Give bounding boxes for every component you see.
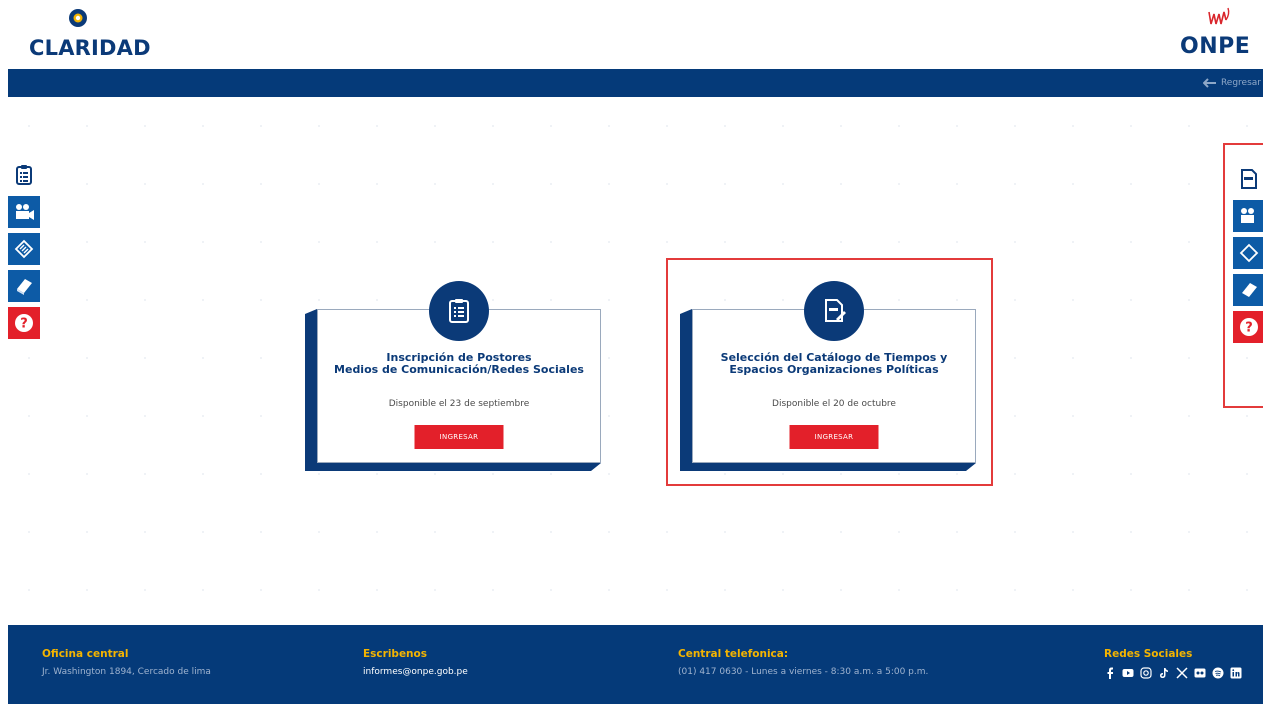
onpe-logo[interactable]: ONPE (1173, 6, 1263, 62)
onpe-document-edit-icon (825, 299, 846, 322)
footer-office: Oficina central Jr. Washington 1894, Cer… (42, 648, 211, 677)
help-icon: ? (15, 314, 33, 332)
phone-heading: Central telefonica: (678, 648, 789, 660)
ticket-icon (1239, 243, 1259, 263)
sidebar-video-button-right[interactable] (1233, 200, 1263, 232)
arrow-left-icon (1202, 78, 1216, 88)
hand-vote-icon (1208, 7, 1230, 25)
clipboard-icon (16, 165, 32, 185)
social-heading: Redes Sociales (1104, 648, 1193, 660)
flickr-icon[interactable] (1194, 667, 1206, 679)
clipboard-list-icon (449, 299, 469, 323)
linkedin-icon[interactable] (1230, 667, 1242, 679)
card-title: Selección del Catálogo de Tiempos y Espa… (693, 352, 975, 376)
video-camera-icon (1241, 208, 1254, 223)
help-icon: ? (1240, 318, 1258, 336)
youtube-icon[interactable] (1122, 667, 1134, 679)
x-icon[interactable] (1176, 667, 1188, 679)
card-icon-circle (429, 281, 489, 341)
back-link-label: Regresar (1220, 78, 1261, 88)
card-seleccion-catalogo: Selección del Catálogo de Tiempos y Espa… (680, 281, 976, 471)
sidebar-clipboard-button[interactable] (8, 159, 40, 191)
back-link[interactable]: Regresar (1202, 75, 1263, 91)
instagram-icon[interactable] (1140, 667, 1152, 679)
sidebar-video-button[interactable] (8, 196, 40, 228)
tiktok-icon[interactable] (1158, 667, 1170, 679)
card-inscripcion: Inscripción de Postores Medios de Comuni… (305, 281, 601, 471)
sidebar-ticket-button-right[interactable] (1233, 237, 1263, 269)
top-nav-bar: Regresar (8, 69, 1263, 97)
magnifier-icon (69, 9, 87, 27)
footer: Oficina central Jr. Washington 1894, Cer… (8, 625, 1263, 704)
footer-socials: Redes Sociales (1104, 648, 1242, 679)
card-availability: Disponible el 20 de octubre (772, 399, 896, 409)
ticket-icon (14, 239, 34, 259)
claridad-logo[interactable]: CLARIDAD (29, 8, 151, 64)
sidebar-help-button-right[interactable]: ? (1233, 311, 1263, 343)
social-icons (1104, 667, 1242, 679)
footer-phone: Central telefonica: (01) 417 0630 - Lune… (678, 648, 928, 677)
card-title: Inscripción de Postores Medios de Comuni… (318, 352, 600, 376)
left-sidebar: ? (8, 159, 40, 344)
ingresar-button[interactable]: INGRESAR (789, 425, 879, 449)
email-heading: Escribenos (363, 648, 427, 660)
card-icon-circle (804, 281, 864, 341)
header: CLARIDAD ONPE (0, 0, 1263, 69)
claridad-logo-text: CLARIDAD (29, 36, 151, 60)
office-address: Jr. Washington 1894, Cercado de lima (42, 667, 211, 677)
phone-info: (01) 417 0630 - Lunes a viernes - 8:30 a… (678, 667, 929, 677)
sidebar-onpe-document-button[interactable] (1233, 163, 1263, 195)
ingresar-button[interactable]: INGRESAR (414, 425, 504, 449)
sidebar-book-button-right[interactable] (1233, 274, 1263, 306)
dotted-background (0, 97, 1263, 627)
card-face: Inscripción de Postores Medios de Comuni… (317, 281, 601, 463)
facebook-icon[interactable] (1104, 667, 1116, 679)
svg-text:?: ? (1245, 321, 1253, 336)
sidebar-help-button[interactable]: ? (8, 307, 40, 339)
right-sidebar: ? (1233, 163, 1263, 348)
email-link[interactable]: informes@onpe.gob.pe (363, 667, 468, 677)
spotify-icon[interactable] (1212, 667, 1224, 679)
svg-text:?: ? (20, 317, 28, 332)
office-heading: Oficina central (42, 648, 129, 660)
video-camera-icon (16, 204, 34, 220)
card-face: Selección del Catálogo de Tiempos y Espa… (692, 281, 976, 463)
card-title-line-2: Espacios Organizaciones Políticas (729, 363, 939, 376)
onpe-logo-text: ONPE (1180, 34, 1251, 59)
onpe-document-icon (1241, 169, 1257, 189)
sidebar-ticket-button[interactable] (8, 233, 40, 265)
card-title-line-2: Medios de Comunicación/Redes Sociales (334, 363, 584, 376)
card-availability: Disponible el 23 de septiembre (388, 399, 530, 409)
sidebar-book-button[interactable] (8, 270, 40, 302)
book-icon (17, 279, 32, 295)
footer-email: Escribenos informes@onpe.gob.pe (363, 648, 468, 677)
book-icon (1242, 283, 1257, 297)
